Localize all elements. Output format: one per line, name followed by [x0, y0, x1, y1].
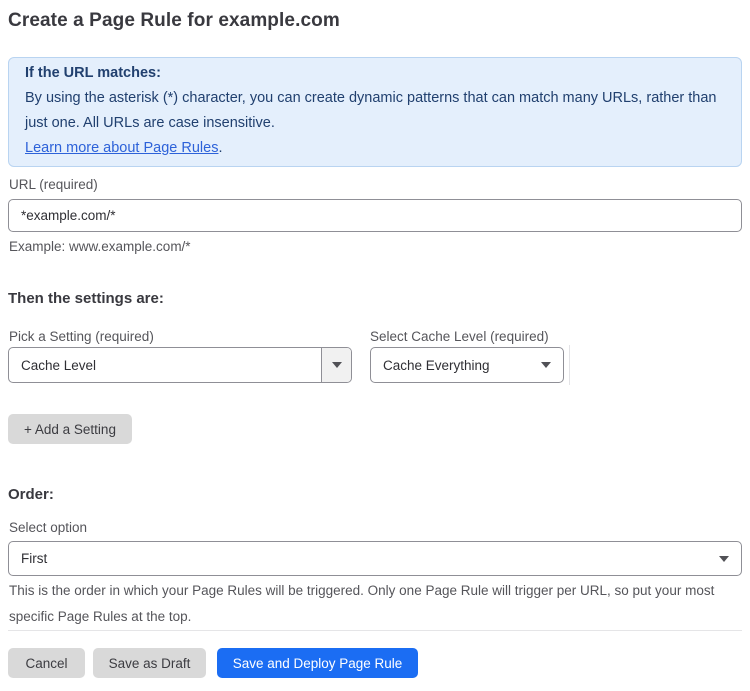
cache-level-label: Select Cache Level (required)	[370, 329, 549, 344]
link-period: .	[218, 140, 223, 156]
order-select[interactable]: First	[8, 541, 742, 576]
info-box-heading: If the URL matches:	[25, 65, 161, 81]
add-setting-button[interactable]: + Add a Setting	[8, 414, 132, 444]
learn-more-link[interactable]: Learn more about Page Rules	[25, 140, 218, 156]
setting-select[interactable]: Cache Level	[8, 347, 352, 383]
url-input[interactable]	[8, 199, 742, 232]
setting-select-value: Cache Level	[21, 357, 97, 373]
cache-level-select-value: Cache Everything	[383, 357, 490, 373]
url-match-info-box: If the URL matches: By using the asteris…	[8, 57, 742, 167]
page-title: Create a Page Rule for example.com	[8, 10, 340, 31]
order-section-heading: Order:	[8, 486, 54, 503]
setting-row-divider	[569, 345, 570, 385]
settings-section-heading: Then the settings are:	[8, 290, 164, 307]
url-example-help: Example: www.example.com/*	[9, 239, 191, 254]
cache-level-select[interactable]: Cache Everything	[370, 347, 564, 383]
chevron-down-icon[interactable]	[321, 348, 351, 382]
order-select-label: Select option	[9, 520, 88, 535]
url-label: URL (required)	[9, 177, 98, 192]
cancel-button[interactable]: Cancel	[8, 648, 85, 678]
pick-setting-label: Pick a Setting (required)	[9, 329, 154, 344]
save-deploy-button[interactable]: Save and Deploy Page Rule	[217, 648, 418, 678]
chevron-down-icon	[541, 362, 563, 368]
order-select-value: First	[21, 551, 48, 566]
save-draft-button[interactable]: Save as Draft	[93, 648, 206, 678]
chevron-down-icon	[719, 555, 741, 562]
create-page-rule-form: Create a Page Rule for example.com If th…	[0, 0, 750, 691]
info-box-body: By using the asterisk (*) character, you…	[25, 90, 717, 131]
footer-divider	[8, 630, 742, 631]
info-box-link-line: Learn more about Page Rules.	[25, 136, 725, 161]
order-help-text: This is the order in which your Page Rul…	[9, 583, 715, 624]
